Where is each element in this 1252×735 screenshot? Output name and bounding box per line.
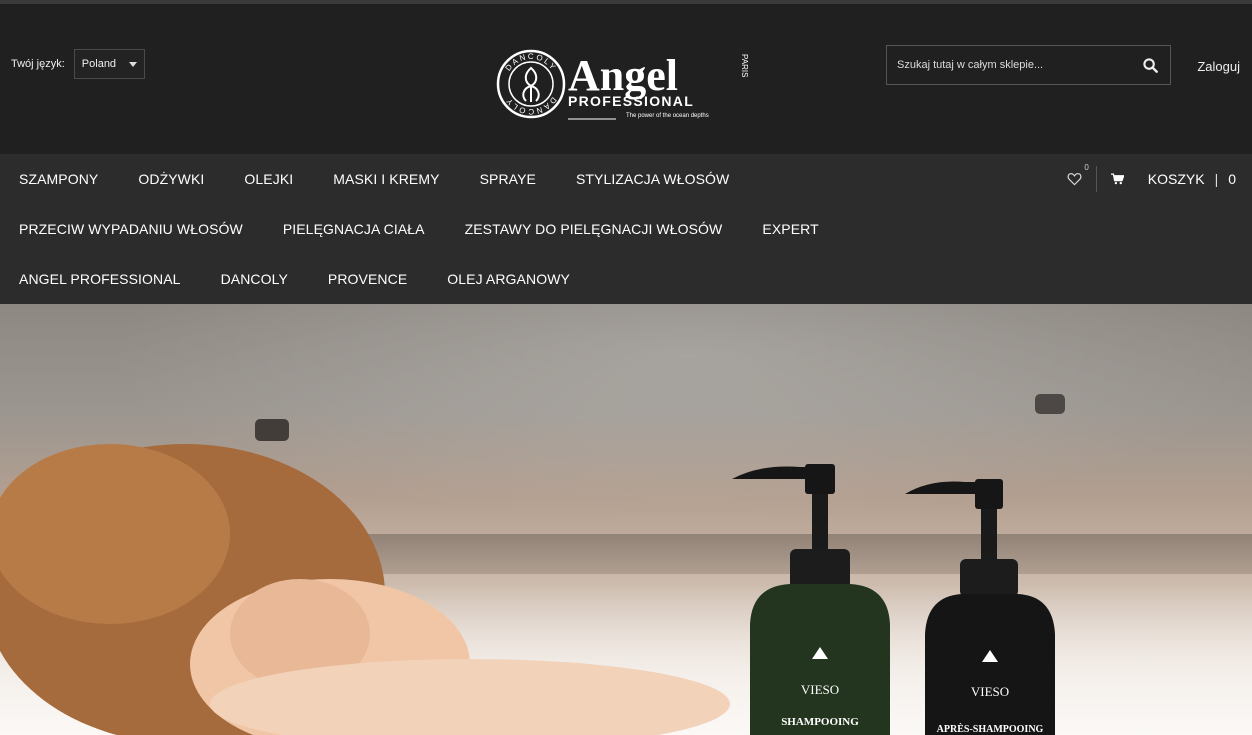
language-select[interactable]: Poland	[73, 49, 145, 79]
chevron-down-icon	[128, 61, 137, 67]
nav-item-odzywki[interactable]: ODŻYWKI	[138, 171, 204, 187]
logo-sub: PROFESSIONAL	[568, 93, 694, 109]
nav-item-maski-i-kremy[interactable]: MASKI I KREMY	[333, 171, 439, 187]
nav-item-pielegnacja-ciala[interactable]: PIELĘGNACJA CIAŁA	[283, 221, 425, 237]
bottle-left-brand: VIESO	[801, 682, 839, 697]
nav-item-dancoly[interactable]: DANCOLY	[221, 271, 288, 287]
bottle-right-label: APRÈS-SHAMPOOING	[937, 723, 1044, 735]
search-button[interactable]	[1130, 46, 1170, 84]
cart-label: KOSZYK	[1147, 171, 1205, 187]
conditioner-bottle: VIESO APRÈS-SHAMPOOING	[905, 479, 1055, 735]
wishlist-count: 0	[1084, 163, 1089, 172]
faucet-shape	[1035, 394, 1065, 414]
nav-item-zestawy[interactable]: ZESTAWY DO PIELĘGNACJI WŁOSÓW	[465, 221, 723, 237]
nav-item-angel-professional[interactable]: ANGEL PROFESSIONAL	[19, 271, 181, 287]
nav-row-1: SZAMPONY ODŻYWKI OLEJKI MASKI I KREMY SP…	[0, 154, 1252, 204]
cart-button[interactable]: KOSZYK | 0	[1110, 171, 1236, 187]
nav-item-spraye[interactable]: SPRAYE	[480, 171, 536, 187]
nav-item-provence[interactable]: PROVENCE	[328, 271, 407, 287]
main-navigation: SZAMPONY ODŻYWKI OLEJKI MASKI I KREMY SP…	[0, 154, 1252, 304]
language-switcher: Twój język: Poland	[11, 49, 145, 79]
nav-row-2: PRZECIW WYPADANIU WŁOSÓW PIELĘGNACJA CIA…	[0, 204, 1252, 254]
dancoly-seal: DANCOLY DANCOLY	[496, 49, 566, 119]
nav-item-olejki[interactable]: OLEJKI	[244, 171, 293, 187]
wishlist-button[interactable]: 0	[1067, 163, 1097, 192]
language-label: Twój język:	[11, 58, 65, 70]
cart-icon	[1110, 173, 1124, 185]
search-box	[886, 45, 1171, 85]
bottle-left-label: SHAMPOOING	[781, 716, 859, 728]
cart-separator: |	[1214, 171, 1219, 187]
nav-item-stylizacja-wlosow[interactable]: STYLIZACJA WŁOSÓW	[576, 171, 729, 187]
shampoo-bottle: VIESO SHAMPOOING	[732, 464, 890, 735]
search-input[interactable]	[887, 46, 1130, 84]
faucet-shape	[255, 419, 289, 441]
woman-figure	[0, 444, 730, 735]
nav-item-przeciw-wypadaniu[interactable]: PRZECIW WYPADANIU WŁOSÓW	[19, 221, 243, 237]
language-value: Poland	[81, 58, 117, 70]
header-tools: 0 KOSZYK | 0	[1067, 154, 1236, 204]
bottle-right-brand: VIESO	[971, 684, 1009, 699]
nav-row-3: ANGEL PROFESSIONAL DANCOLY PROVENCE OLEJ…	[0, 254, 1252, 304]
hero-illustration: VIESO SHAMPOOING VIESO APRÈS-SHAMPOOING	[0, 394, 1065, 735]
search-icon	[1142, 57, 1158, 73]
hero-banner[interactable]: VIESO SHAMPOOING VIESO APRÈS-SHAMPOOING	[0, 304, 1252, 735]
cart-count: 0	[1228, 171, 1236, 187]
nav-item-szampony[interactable]: SZAMPONY	[19, 171, 98, 187]
logo-city: PARIS	[740, 54, 749, 77]
site-logo[interactable]: DANCOLY DANCOLY Angel PARIS PROFESSIONAL…	[496, 46, 756, 122]
heart-icon	[1067, 173, 1082, 186]
login-link[interactable]: Zaloguj	[1197, 59, 1240, 74]
nav-item-expert[interactable]: EXPERT	[762, 221, 818, 237]
logo-tagline: The power of the ocean depths	[626, 113, 709, 119]
site-header: Twój język: Poland DANCOLY DANCOLY Angel…	[0, 4, 1252, 154]
nav-item-olej-arganowy[interactable]: OLEJ ARGANOWY	[447, 271, 570, 287]
